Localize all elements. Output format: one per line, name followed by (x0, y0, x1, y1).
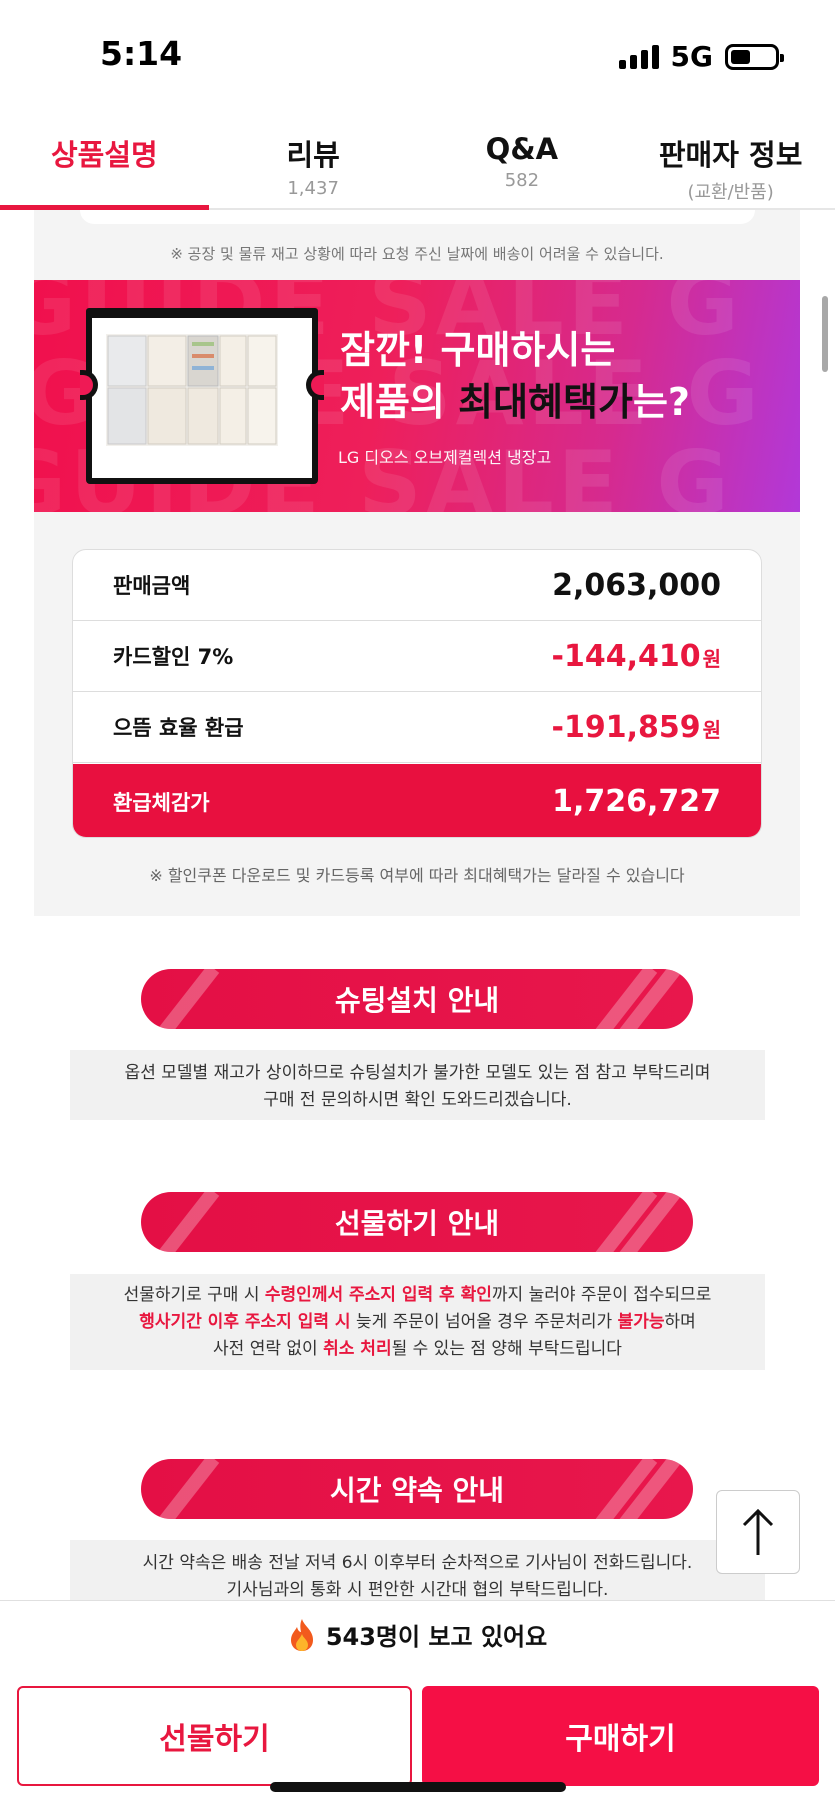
viewers-count-text: 543명이 보고 있어요 (325, 1623, 548, 1651)
price-breakdown-table: 판매금액 2,063,000 카드할인 7% -144,410 원 으뜸 효율 환… (72, 549, 762, 838)
info-highlight: 취소 처리 (323, 1339, 392, 1359)
info-text: 늦게 주문이 넘어올 경우 주문처리가 (350, 1312, 618, 1332)
section-header-gift: 선물하기 안내 (141, 1192, 693, 1252)
ticket-notch (80, 370, 98, 400)
signal-icon (618, 44, 659, 69)
status-time: 5:14 (100, 34, 183, 73)
ticket-header (86, 308, 318, 318)
price-unit: 원 (702, 717, 721, 742)
pill-stripe (152, 1192, 220, 1252)
chuting-info-box: 옵션 모델별 재고가 상이하므로 슈팅설치가 불가한 모델도 있는 점 참고 부… (70, 1050, 765, 1120)
tab-reviews[interactable]: 리뷰 1,437 (209, 110, 418, 208)
banner-title: 잠깐! 구매하시는 제품의 최대혜택가는? (340, 324, 690, 428)
price-label: 판매금액 (113, 574, 191, 598)
price-row-sale: 판매금액 2,063,000 (73, 550, 761, 621)
price-value: 2,063,000 (552, 567, 721, 603)
info-text: 선물하기로 구매 시 (123, 1285, 265, 1305)
section-header-time: 시간 약속 안내 (141, 1459, 693, 1519)
tab-sub: (교환/반품) (687, 182, 774, 203)
gift-button[interactable]: 선물하기 (17, 1686, 412, 1786)
info-text: 사전 연락 없이 (213, 1339, 324, 1359)
info-highlight: 행사기간 이후 주소지 입력 시 (139, 1312, 351, 1332)
fire-icon (290, 1618, 313, 1651)
tab-seller-info[interactable]: 판매자 정보 (교환/반품) (626, 110, 835, 208)
tab-count: 1,437 (287, 178, 339, 199)
tab-qna[interactable]: Q&A 582 (418, 110, 627, 208)
info-line: 구매 전 문의하시면 확인 도와드리겠습니다. (263, 1090, 572, 1110)
previous-card-edge (80, 210, 755, 224)
tab-count: 582 (504, 170, 540, 191)
gift-info-box: 선물하기로 구매 시 수령인께서 주소지 입력 후 확인까지 눌러야 주문이 접… (70, 1274, 765, 1370)
tab-label: Q&A (485, 132, 559, 166)
info-line: 사전 연락 없이 취소 처리될 수 있는 점 양해 부탁드립니다 (70, 1336, 765, 1363)
info-highlight: 불가능 (617, 1312, 665, 1332)
price-label: 으뜸 효율 환급 (113, 716, 244, 740)
buy-button[interactable]: 구매하기 (422, 1686, 819, 1786)
section-title: 슈팅설치 안내 (334, 984, 500, 1017)
benefit-notice: ※ 할인쿠폰 다운로드 및 카드등록 여부에 따라 최대혜택가는 달라질 수 있… (149, 866, 685, 885)
bottom-action-bar: 선물하기 구매하기 (0, 1668, 835, 1806)
price-label: 카드할인 7% (113, 645, 234, 669)
banner-title-line2: 제품의 최대혜택가는? (340, 376, 690, 428)
total-label: 환급체감가 (113, 790, 210, 815)
pill-stripe (152, 969, 220, 1029)
info-line: 옵션 모델별 재고가 상이하므로 슈팅설치가 불가한 모델도 있는 점 참고 부… (124, 1063, 711, 1083)
battery-icon (725, 43, 784, 70)
price-value: -191,859 (551, 709, 701, 745)
price-row-efficiency-refund: 으뜸 효율 환급 -191,859 원 (73, 692, 761, 763)
price-value-wrap: -191,859 원 (552, 710, 722, 745)
section-header-chuting: 슈팅설치 안내 (141, 969, 693, 1029)
info-text: 될 수 있는 점 양해 부탁드립니다 (391, 1339, 622, 1359)
time-info-box: 시간 약속은 배송 전날 저녁 6시 이후부터 순차적으로 기사님이 전화드립니… (70, 1540, 765, 1602)
banner-title-part: 제품의 (340, 380, 459, 424)
section-title: 선물하기 안내 (334, 1207, 500, 1240)
price-value: -144,410 (551, 638, 701, 674)
pill-stripe (152, 1459, 220, 1519)
status-indicators: 5G (618, 40, 784, 73)
price-value-wrap: -144,410 원 (552, 639, 722, 674)
tab-label: 상품설명 (51, 138, 158, 172)
tab-description[interactable]: 상품설명 (0, 110, 209, 210)
tab-label: 리뷰 (286, 138, 340, 172)
info-line: 시간 약속은 배송 전날 저녁 6시 이후부터 순차적으로 기사님이 전화드립니… (142, 1553, 693, 1573)
price-value-wrap: 2,063,000 (552, 568, 721, 603)
section-title: 시간 약속 안내 (329, 1474, 505, 1507)
price-row-total: 환급체감가 1,726,727 (73, 764, 761, 837)
max-benefit-banner: GUIDE SALE G GUIDE SALE G GUIDE SALE G 잠… (34, 280, 800, 512)
info-line: 행사기간 이후 주소지 입력 시 늦게 주문이 넘어올 경우 주문처리가 불가능… (70, 1309, 765, 1336)
scrollbar-thumb[interactable] (822, 296, 828, 372)
network-label: 5G (670, 40, 713, 73)
arrow-up-icon (742, 1508, 774, 1555)
ticket-notch (306, 370, 324, 400)
info-highlight: 수령인께서 주소지 입력 후 확인 (264, 1285, 492, 1305)
info-text: 하며 (664, 1312, 696, 1332)
price-unit: 원 (702, 646, 721, 671)
delivery-notice: ※ 공장 및 물류 재고 상황에 따라 요청 주신 날짜에 배송이 어려울 수 … (170, 245, 664, 263)
product-tabs: 상품설명 리뷰 1,437 Q&A 582 판매자 정보 (교환/반품) (0, 110, 835, 210)
banner-title-highlight: 최대혜택가 (458, 380, 633, 424)
banner-title-part: 는? (632, 380, 690, 424)
tab-label: 판매자 정보 (658, 138, 803, 172)
refrigerator-image (106, 334, 278, 446)
info-line: 선물하기로 구매 시 수령인께서 주소지 입력 후 확인까지 눌러야 주문이 접… (70, 1282, 765, 1309)
price-row-card-discount: 카드할인 7% -144,410 원 (73, 621, 761, 692)
scroll-to-top-button[interactable] (716, 1490, 800, 1574)
info-text: 까지 눌러야 주문이 접수되므로 (491, 1285, 712, 1305)
home-indicator (270, 1782, 566, 1792)
product-ticket-frame (80, 308, 324, 484)
banner-title-line1: 잠깐! 구매하시는 (340, 328, 616, 372)
status-bar: 5:14 5G (0, 0, 835, 110)
battery-level (731, 49, 750, 64)
banner-product-name: LG 디오스 오브제컬렉션 냉장고 (338, 448, 552, 467)
live-viewers-bar: 543명이 보고 있어요 (0, 1600, 835, 1668)
total-value: 1,726,727 (552, 784, 721, 819)
